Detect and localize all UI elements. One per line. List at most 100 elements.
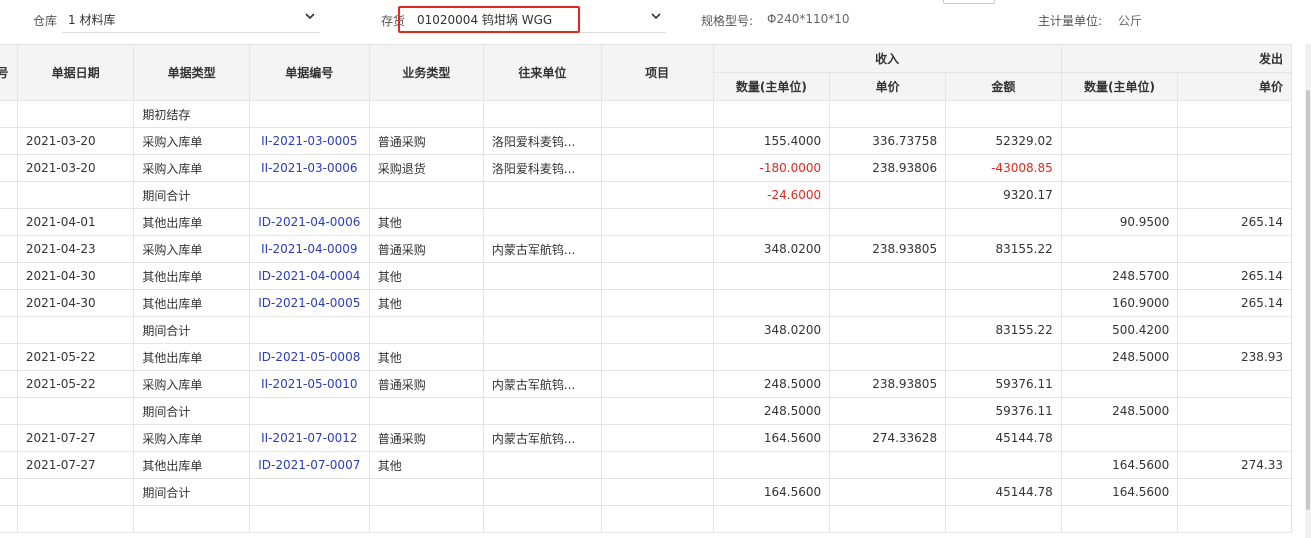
cell-doc-type: 期间合计 xyxy=(133,478,250,506)
cell-receive-qty: 164.5600 xyxy=(712,424,831,452)
table-row[interactable]: 期间合计 348.0200 83155.22 500.4200 xyxy=(0,316,1292,344)
cell-receive-qty: 248.5000 xyxy=(712,397,831,425)
cell-issue-qty xyxy=(1060,100,1179,128)
cell-receive-qty xyxy=(712,208,831,236)
cell-date: 2021-05-22 xyxy=(16,343,135,371)
cell-biz-type: 普通采购 xyxy=(368,370,484,398)
cell-project xyxy=(600,127,714,155)
cell-biz-type xyxy=(368,316,484,344)
cell-receive-amount: 45144.78 xyxy=(945,478,1062,506)
table-row[interactable]: 期间合计 248.5000 59376.11 248.5000 xyxy=(0,397,1292,425)
cell-doc-no[interactable]: II-2021-07-0012 xyxy=(248,424,370,452)
header-receive-price[interactable]: 单价 xyxy=(829,72,947,101)
cell-date: 2021-07-27 xyxy=(16,424,135,452)
cell-issue-price xyxy=(1177,505,1292,533)
table-row[interactable] xyxy=(0,505,1292,533)
cell-doc-no[interactable]: ID-2021-07-0007 xyxy=(248,451,370,479)
header-biz-type[interactable]: 业务类型 xyxy=(368,44,484,101)
cell-seq xyxy=(0,235,18,263)
cell-doc-no[interactable]: ID-2021-04-0005 xyxy=(248,289,370,317)
cell-biz-type: 普通采购 xyxy=(368,127,484,155)
cell-doc-type: 其他出库单 xyxy=(133,262,250,290)
cell-doc-no[interactable]: II-2021-04-0009 xyxy=(248,235,370,263)
cell-doc-no[interactable]: II-2021-03-0005 xyxy=(248,127,370,155)
cell-project xyxy=(600,343,714,371)
cell-biz-type xyxy=(368,478,484,506)
cell-seq xyxy=(0,262,18,290)
cell-doc-no xyxy=(248,181,370,209)
cell-biz-type: 其他 xyxy=(368,262,484,290)
table-row[interactable]: 2021-03-20 采购入库单 II-2021-03-0005 普通采购 洛阳爱科麦钨… xyxy=(0,127,1292,155)
cell-project xyxy=(600,181,714,209)
cell-receive-price xyxy=(829,451,947,479)
cell-seq xyxy=(0,154,18,182)
cell-biz-type: 普通采购 xyxy=(368,424,484,452)
cell-date xyxy=(16,478,135,506)
header-doc-no[interactable]: 单据编号 xyxy=(248,44,370,101)
cell-partner: 内蒙古军航钨... xyxy=(482,370,602,398)
cell-doc-no xyxy=(248,505,370,533)
cell-doc-no[interactable]: II-2021-03-0006 xyxy=(248,154,370,182)
cell-doc-no[interactable]: ID-2021-04-0006 xyxy=(248,208,370,236)
table-row[interactable]: 2021-05-22 采购入库单 II-2021-05-0010 普通采购 内蒙古军航钨… xyxy=(0,370,1292,398)
cell-doc-no[interactable]: II-2021-05-0010 xyxy=(248,370,370,398)
cell-seq xyxy=(0,478,18,506)
table-row[interactable]: 2021-07-27 采购入库单 II-2021-07-0012 普通采购 内蒙古军航钨… xyxy=(0,424,1292,452)
cell-biz-type xyxy=(368,181,484,209)
cell-doc-no[interactable]: ID-2021-05-0008 xyxy=(248,343,370,371)
cell-project xyxy=(600,370,714,398)
cell-project xyxy=(600,451,714,479)
warehouse-select[interactable]: 1 材料库 xyxy=(62,6,320,33)
table-row[interactable]: 期间合计 -24.6000 9320.17 xyxy=(0,181,1292,209)
table-row[interactable]: 2021-04-30 其他出库单 ID-2021-04-0004 其他 248.5700… xyxy=(0,262,1292,290)
cell-issue-qty: 500.4200 xyxy=(1060,316,1179,344)
cell-receive-qty xyxy=(712,262,831,290)
header-partner[interactable]: 往来单位 xyxy=(482,44,602,101)
cell-issue-qty xyxy=(1060,154,1179,182)
cell-doc-no[interactable]: ID-2021-04-0004 xyxy=(248,262,370,290)
cell-project xyxy=(600,100,714,128)
cell-receive-amount xyxy=(945,100,1062,128)
cell-date xyxy=(16,397,135,425)
cell-issue-price xyxy=(1177,316,1292,344)
cell-biz-type: 其他 xyxy=(368,451,484,479)
cell-partner xyxy=(482,181,602,209)
ledger-grid: 号 单据日期 单据类型 单据编号 业务类型 往来单位 项目 收入 发出 数量(主… xyxy=(0,44,1305,538)
table-row[interactable]: 2021-04-23 采购入库单 II-2021-04-0009 普通采购 内蒙古军航钨… xyxy=(0,235,1292,263)
cell-doc-type: 其他出库单 xyxy=(133,343,250,371)
cell-receive-price xyxy=(829,208,947,236)
top-button[interactable] xyxy=(943,0,995,4)
cell-issue-price xyxy=(1177,100,1292,128)
cell-receive-amount: -43008.85 xyxy=(945,154,1062,182)
header-receive-qty[interactable]: 数量(主单位) xyxy=(712,72,831,101)
header-receive-amount[interactable]: 金额 xyxy=(945,72,1062,101)
scrollbar-thumb[interactable] xyxy=(1306,90,1310,510)
cell-receive-qty xyxy=(712,100,831,128)
cell-seq xyxy=(0,289,18,317)
cell-receive-amount: 45144.78 xyxy=(945,424,1062,452)
table-row[interactable]: 2021-04-30 其他出库单 ID-2021-04-0005 其他 160.9000… xyxy=(0,289,1292,317)
header-doc-type[interactable]: 单据类型 xyxy=(133,44,250,101)
table-row[interactable]: 2021-05-22 其他出库单 ID-2021-05-0008 其他 248.5000… xyxy=(0,343,1292,371)
table-row[interactable]: 期间合计 164.5600 45144.78 164.5600 xyxy=(0,478,1292,506)
cell-partner: 内蒙古军航钨... xyxy=(482,235,602,263)
cell-biz-type xyxy=(368,397,484,425)
cell-partner xyxy=(482,343,602,371)
table-row[interactable]: 2021-07-27 其他出库单 ID-2021-07-0007 其他 164.5600… xyxy=(0,451,1292,479)
cell-seq xyxy=(0,181,18,209)
header-issue-qty[interactable]: 数量(主单位) xyxy=(1060,72,1179,101)
cell-issue-price: 238.93 xyxy=(1177,343,1292,371)
cell-receive-price xyxy=(829,343,947,371)
cell-receive-qty: -24.6000 xyxy=(712,181,831,209)
cell-doc-type: 期间合计 xyxy=(133,397,250,425)
cell-project xyxy=(600,154,714,182)
cell-biz-type: 普通采购 xyxy=(368,235,484,263)
header-seq[interactable]: 号 xyxy=(0,44,18,101)
table-row[interactable]: 期初结存 xyxy=(0,100,1292,128)
header-date[interactable]: 单据日期 xyxy=(16,44,135,101)
table-row[interactable]: 2021-03-20 采购入库单 II-2021-03-0006 采购退货 洛阳爱科麦钨… xyxy=(0,154,1292,182)
header-project[interactable]: 项目 xyxy=(600,44,714,101)
table-row[interactable]: 2021-04-01 其他出库单 ID-2021-04-0006 其他 90.9500 2… xyxy=(0,208,1292,236)
header-issue-price[interactable]: 单价 xyxy=(1177,72,1292,101)
cell-seq xyxy=(0,127,18,155)
